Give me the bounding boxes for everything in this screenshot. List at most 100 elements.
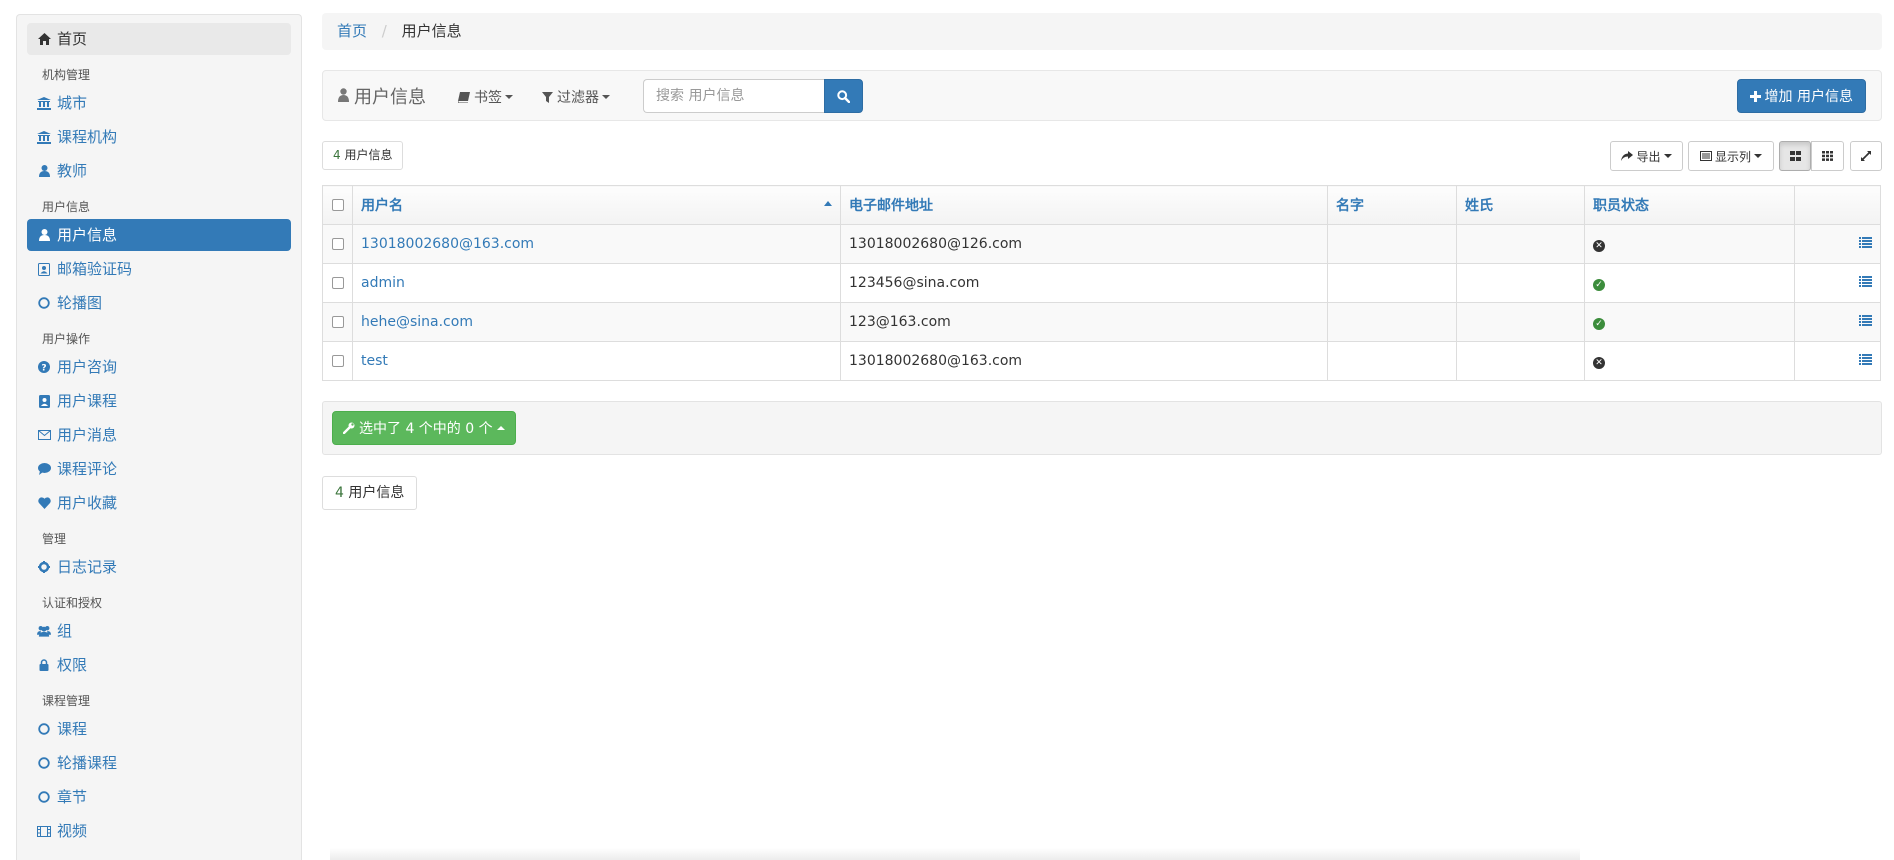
email-cell: 13018002680@163.com — [840, 341, 1328, 381]
username-cell: 13018002680@163.com — [352, 224, 841, 264]
sidebar-item-group[interactable]: 组 — [27, 615, 291, 647]
row-checkbox[interactable] — [331, 316, 344, 328]
table-row: admin 123456@sina.com ✓ — [322, 263, 1881, 303]
sidebar-item-course-org[interactable]: 课程机构 — [27, 121, 291, 153]
view-grid-button[interactable] — [1811, 141, 1844, 171]
breadcrumb-current: 用户信息 — [401, 22, 462, 40]
export-label: 导出 — [1636, 149, 1661, 164]
sidebar-item-teacher[interactable]: 教师 — [27, 155, 291, 187]
sidebar-item-city[interactable]: 城市 — [27, 87, 291, 119]
teacher-icon — [37, 165, 51, 177]
sidebar-item-course[interactable]: 课程 — [27, 713, 291, 745]
username-link[interactable]: 13018002680@163.com — [361, 236, 534, 252]
footer-count-number: 4 — [335, 485, 344, 501]
sidebar-item-course-comment[interactable]: 课程评论 — [27, 453, 291, 485]
row-actions-cell — [1794, 224, 1881, 264]
column-header-last-name[interactable]: 姓氏 — [1456, 185, 1585, 225]
email-cell: 123@163.com — [840, 302, 1328, 342]
filter-icon — [542, 91, 553, 103]
username-link[interactable]: admin — [361, 275, 405, 291]
search-input[interactable] — [643, 79, 824, 113]
column-header-username[interactable]: 用户名 — [352, 185, 841, 225]
home-icon — [37, 33, 51, 45]
sidebar-item-email-code[interactable]: 邮箱验证码 — [27, 253, 291, 285]
actions-bar: 选中了 4 个中的 0 个 — [322, 401, 1882, 455]
add-user-button[interactable]: 增加 用户信息 — [1736, 79, 1866, 113]
bank-icon — [37, 96, 51, 110]
sidebar-item-banner-course[interactable]: 轮播课程 — [27, 747, 291, 779]
column-header-staff-status[interactable]: 职员状态 — [1584, 185, 1795, 225]
breadcrumb-home-link[interactable]: 首页 — [337, 22, 367, 40]
row-select-cell — [322, 263, 353, 303]
question-circle-icon: ? — [37, 361, 51, 373]
bulk-actions-button[interactable]: 选中了 4 个中的 0 个 — [332, 411, 516, 445]
bottom-shadow — [330, 848, 1580, 860]
sidebar-item-label: 用户收藏 — [57, 494, 118, 512]
add-user-label: 增加 用户信息 — [1764, 89, 1853, 105]
users-icon — [37, 625, 51, 637]
resize-full-icon — [1861, 151, 1871, 161]
film-icon — [37, 825, 51, 837]
sidebar-item-user-favorite[interactable]: 用户收藏 — [27, 487, 291, 519]
columns-button[interactable]: 显示列 — [1688, 141, 1774, 171]
heart-icon — [37, 497, 51, 509]
caret-down-icon — [1663, 154, 1672, 158]
column-header-email[interactable]: 电子邮件地址 — [840, 185, 1328, 225]
row-checkbox[interactable] — [331, 355, 344, 367]
sidebar-item-label: 视频 — [57, 822, 88, 840]
select-all-checkbox[interactable] — [331, 199, 344, 211]
sidebar-item-video[interactable]: 视频 — [27, 815, 291, 847]
sidebar-item-label: 轮播课程 — [57, 754, 118, 772]
share-icon — [1621, 151, 1634, 161]
book-icon — [458, 91, 470, 103]
username-link[interactable]: test — [361, 353, 388, 369]
sidebar-section-header: 机构管理 — [42, 68, 91, 82]
list-alt-icon — [1699, 151, 1712, 161]
sidebar-item-user-course[interactable]: 用户课程 — [27, 385, 291, 417]
row-checkbox[interactable] — [331, 238, 344, 250]
first-name-cell — [1327, 341, 1457, 381]
list-icon[interactable] — [1859, 314, 1872, 330]
user-icon — [37, 229, 51, 241]
column-header-first-name[interactable]: 名字 — [1327, 185, 1457, 225]
row-actions-cell — [1794, 302, 1881, 342]
row-actions-cell — [1794, 341, 1881, 381]
sidebar-section-header: 管理 — [42, 532, 67, 546]
circle-icon — [37, 757, 51, 769]
last-name-cell — [1456, 263, 1585, 303]
bulk-actions-label: 选中了 4 个中的 0 个 — [359, 421, 493, 437]
columns-label: 显示列 — [1714, 149, 1751, 164]
row-checkbox[interactable] — [331, 277, 344, 289]
status-true-icon: ✓ — [1593, 318, 1605, 330]
sidebar-item-home[interactable]: 首页 — [27, 23, 291, 55]
view-table-button[interactable] — [1779, 141, 1811, 171]
filters-dropdown[interactable]: 过滤器 — [542, 87, 610, 107]
sidebar-item-label: 城市 — [57, 94, 88, 112]
staff-status-cell: ✓ — [1584, 302, 1795, 342]
list-icon[interactable] — [1859, 236, 1872, 252]
bookmarks-dropdown[interactable]: 书签 — [458, 87, 513, 107]
sidebar-item-chapter[interactable]: 章节 — [27, 781, 291, 813]
fullscreen-button[interactable] — [1850, 141, 1882, 171]
list-icon[interactable] — [1859, 353, 1872, 369]
sidebar-item-label: 用户咨询 — [57, 358, 118, 376]
comment-icon — [37, 463, 51, 475]
search-button[interactable] — [824, 79, 863, 113]
caret-up-icon — [496, 426, 505, 430]
sidebar-item-label: 轮播图 — [57, 294, 103, 312]
sidebar-item-user-info[interactable]: 用户信息 — [27, 219, 291, 251]
sidebar-item-label: 首页 — [57, 30, 88, 48]
export-button[interactable]: 导出 — [1610, 141, 1683, 171]
user-table: 用户名 电子邮件地址 名字 姓氏 职员状态 13018002680@163.co… — [322, 185, 1881, 381]
circle-icon — [37, 791, 51, 803]
status-true-icon: ✓ — [1593, 279, 1605, 291]
username-link[interactable]: hehe@sina.com — [361, 314, 473, 330]
sidebar-item-permission[interactable]: 权限 — [27, 649, 291, 681]
sidebar-item-banner[interactable]: 轮播图 — [27, 287, 291, 319]
list-icon[interactable] — [1859, 275, 1872, 291]
sidebar-item-user-message[interactable]: 用户消息 — [27, 419, 291, 451]
sidebar-item-user-ask[interactable]: ? 用户咨询 — [27, 351, 291, 383]
sidebar-item-log[interactable]: 日志记录 — [27, 551, 291, 583]
sidebar-section-header: 用户操作 — [42, 332, 91, 346]
footer-result-count: 4 用户信息 — [322, 476, 418, 510]
